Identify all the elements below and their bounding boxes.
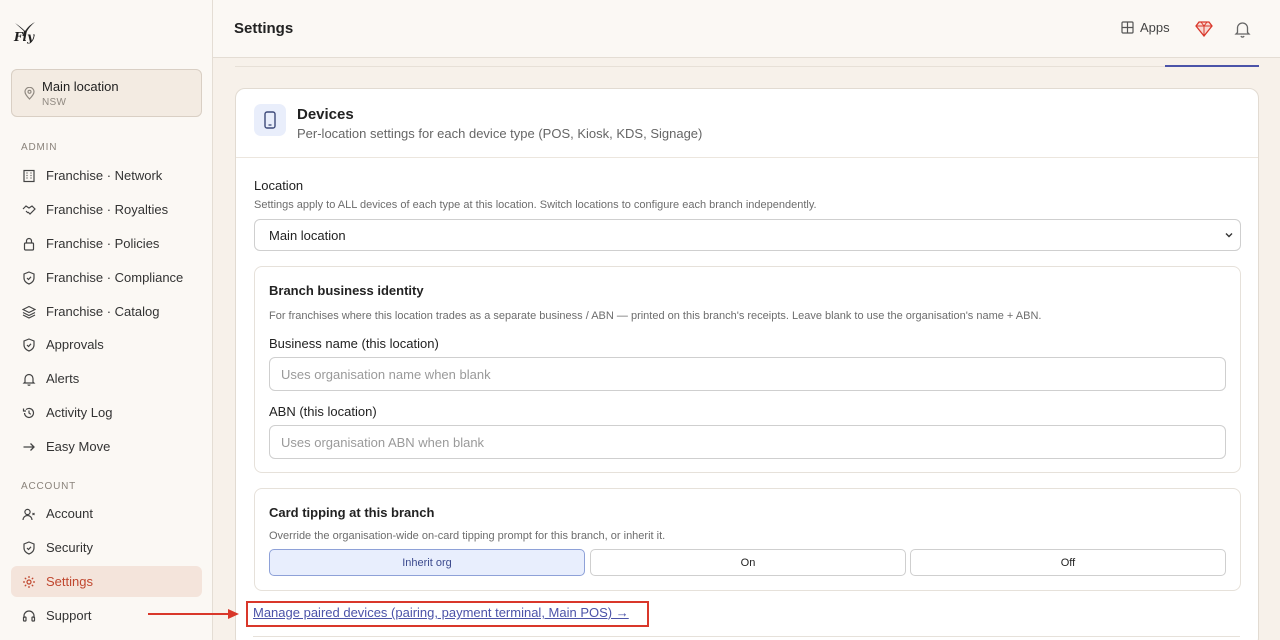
active-tab-indicator	[1165, 65, 1259, 67]
admin-section-label: ADMIN	[21, 142, 58, 153]
nav-label: Activity Log	[46, 405, 113, 420]
nav-label: Franchise · Catalog	[46, 304, 160, 319]
location-label: Location	[254, 178, 304, 193]
location-switcher[interactable]: Main location NSW	[11, 69, 202, 117]
shield-check-icon	[21, 337, 36, 352]
location-state: NSW	[42, 97, 67, 108]
nav-account[interactable]: Account	[11, 498, 202, 529]
tipping-option-on[interactable]: On	[590, 549, 906, 576]
shield-icon	[21, 540, 36, 555]
devices-title: Devices	[297, 106, 354, 123]
branch-identity-panel: Branch business identity For franchises …	[254, 266, 1241, 473]
card-tipping-hint: Override the organisation-wide on-card t…	[269, 530, 666, 542]
nav-franchise-network[interactable]: Franchise · Network	[11, 160, 202, 191]
arrow-right-icon	[21, 439, 36, 454]
nav-label: Easy Move	[46, 439, 111, 454]
notifications-bell-icon[interactable]	[1234, 20, 1251, 38]
nav-activity-log[interactable]: Activity Log	[11, 397, 202, 428]
headset-icon	[21, 608, 36, 623]
devices-subtitle: Per-location settings for each device ty…	[297, 126, 703, 141]
nav-alerts[interactable]: Alerts	[11, 363, 202, 394]
user-icon	[21, 506, 36, 521]
nav-label: Account	[46, 506, 93, 521]
nav-label: Settings	[46, 574, 93, 589]
history-icon	[21, 405, 36, 420]
bell-icon	[21, 371, 36, 386]
apps-label: Apps	[1140, 20, 1170, 35]
nav-franchise-catalog[interactable]: Franchise · Catalog	[11, 296, 202, 327]
card-tipping-title: Card tipping at this branch	[269, 505, 435, 520]
nav-label: Alerts	[46, 371, 80, 386]
top-header: Settings Apps	[213, 0, 1280, 58]
layers-icon	[21, 304, 36, 319]
account-section-label: ACCOUNT	[21, 481, 77, 492]
logo-text: Fly	[14, 30, 35, 44]
nav-label: Security	[46, 540, 93, 555]
location-select[interactable]: Main location	[254, 219, 1241, 251]
nav-label: Support	[46, 608, 92, 623]
card-bottom-divider	[253, 636, 1240, 637]
grid-icon	[1121, 21, 1134, 34]
sidebar: Fly Main location NSW ADMIN Franchise · …	[0, 0, 213, 640]
chevron-down-icon	[1225, 233, 1233, 238]
building-icon	[21, 168, 36, 183]
tipping-option-inherit-org[interactable]: Inherit org	[269, 549, 585, 576]
annotation-arrow-icon	[148, 609, 239, 619]
map-pin-icon	[24, 87, 35, 100]
lock-icon	[21, 236, 36, 251]
business-name-label: Business name (this location)	[269, 336, 439, 351]
devices-card-header: Devices Per-location settings for each d…	[236, 89, 1258, 158]
nav-franchise-policies[interactable]: Franchise · Policies	[11, 228, 202, 259]
apps-button[interactable]: Apps	[1121, 20, 1170, 35]
nav-franchise-royalties[interactable]: Franchise · Royalties	[11, 194, 202, 225]
nav-easy-move[interactable]: Easy Move	[11, 431, 202, 462]
nav-label: Franchise · Compliance	[46, 270, 184, 285]
branch-identity-hint: For franchises where this location trade…	[269, 310, 1042, 322]
gear-icon	[21, 574, 36, 589]
location-hint: Settings apply to ALL devices of each ty…	[254, 199, 817, 211]
nav-label: Franchise · Royalties	[46, 202, 169, 217]
handshake-icon	[21, 202, 36, 217]
tipping-option-off[interactable]: Off	[910, 549, 1226, 576]
nav-franchise-compliance[interactable]: Franchise · Compliance	[11, 262, 202, 293]
branch-identity-title: Branch business identity	[269, 283, 424, 298]
annotation-highlight-box	[246, 601, 649, 627]
nav-label: Franchise · Network	[46, 168, 163, 183]
nav-settings[interactable]: Settings	[11, 566, 202, 597]
card-tipping-panel: Card tipping at this branch Override the…	[254, 488, 1241, 591]
location-select-value: Main location	[269, 228, 346, 243]
nav-label: Franchise · Policies	[46, 236, 160, 251]
nav-approvals[interactable]: Approvals	[11, 329, 202, 360]
nav-label: Approvals	[46, 337, 104, 352]
business-name-input[interactable]	[269, 357, 1226, 391]
location-name: Main location	[42, 79, 119, 94]
gem-icon[interactable]	[1195, 21, 1213, 37]
shield-icon	[21, 270, 36, 285]
abn-input[interactable]	[269, 425, 1226, 459]
page-title: Settings	[234, 20, 294, 37]
abn-label: ABN (this location)	[269, 404, 377, 419]
device-icon	[254, 104, 286, 136]
nav-security[interactable]: Security	[11, 532, 202, 563]
tabs-divider	[235, 66, 1259, 67]
devices-card: Devices Per-location settings for each d…	[235, 88, 1259, 640]
